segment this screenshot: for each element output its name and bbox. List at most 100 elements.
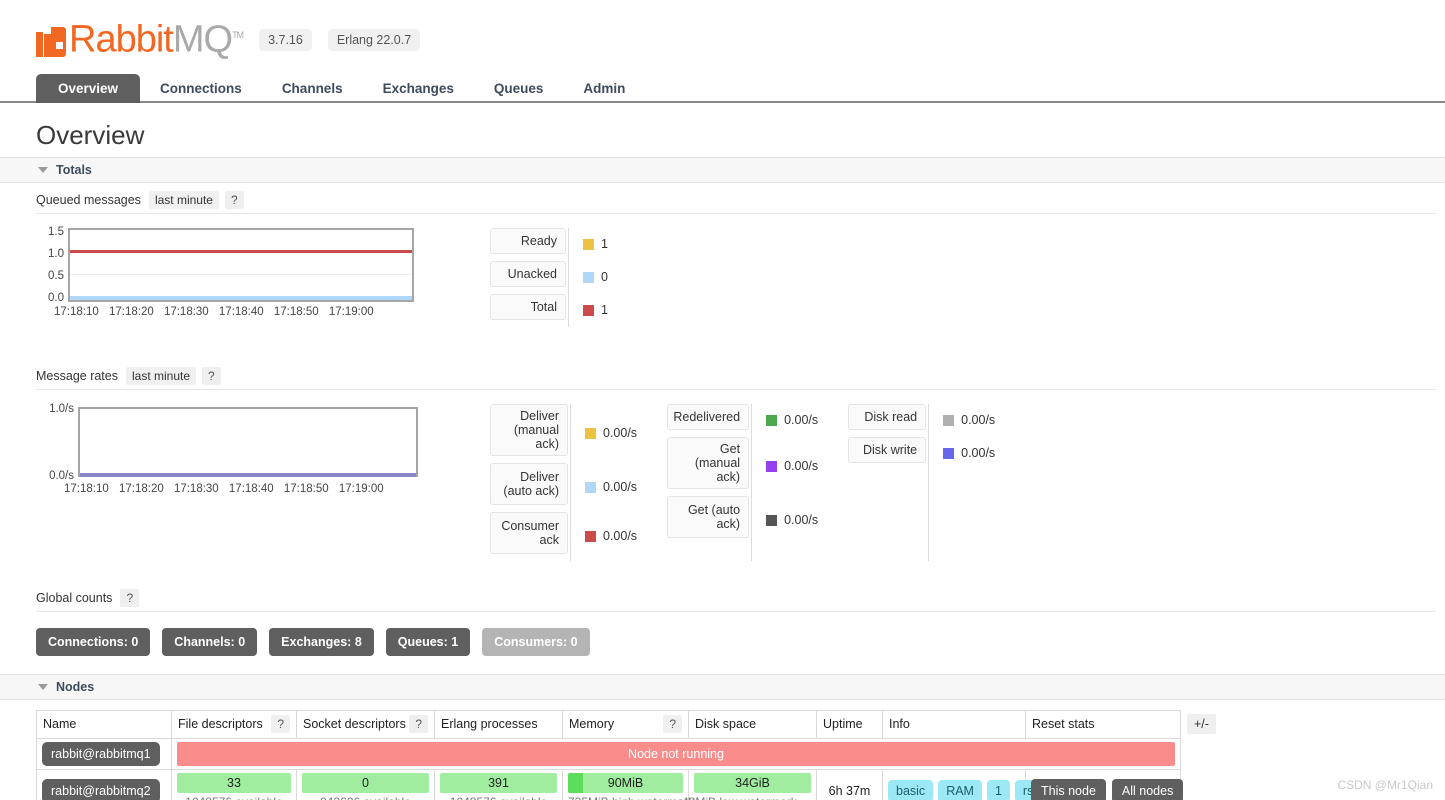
memory-help-icon[interactable]: ? bbox=[663, 715, 682, 734]
socket-descriptors-help-icon[interactable]: ? bbox=[409, 715, 428, 734]
count-value: 0 bbox=[570, 634, 578, 649]
legend-button-redelivered[interactable]: Redelivered bbox=[667, 403, 750, 430]
tab-queues[interactable]: Queues bbox=[474, 74, 564, 103]
column-header-info[interactable]: Info bbox=[882, 709, 1026, 739]
count-value: 0 bbox=[131, 634, 139, 649]
app-header: RabbitMQTM 3.7.16 Erlang 22.0.7 bbox=[0, 0, 1445, 59]
disk-space-cell: 34GiB 48MiB low watermark bbox=[682, 768, 817, 800]
info-badge-basic[interactable]: basic bbox=[888, 779, 934, 800]
tab-exchanges[interactable]: Exchanges bbox=[363, 74, 474, 103]
column-header-disk-space[interactable]: Disk space bbox=[688, 709, 817, 739]
row-spacer-cell bbox=[1181, 738, 1231, 769]
column-header-uptime[interactable]: Uptime bbox=[816, 709, 883, 739]
global-counts-help-icon[interactable]: ? bbox=[120, 588, 140, 607]
tab-connections[interactable]: Connections bbox=[140, 74, 262, 103]
file-descriptors-bar: 33 bbox=[177, 772, 291, 793]
series-line-total bbox=[70, 249, 412, 253]
uptime-cell: 6h 37m bbox=[816, 768, 883, 800]
tab-overview[interactable]: Overview bbox=[36, 73, 141, 103]
column-label: Socket descriptors bbox=[303, 717, 406, 732]
legend-value-unacked: 0 bbox=[583, 261, 608, 294]
legend-button-get-auto-ack[interactable]: Get (auto ack) bbox=[667, 495, 750, 538]
count-value: 8 bbox=[354, 634, 362, 649]
legend-value-consumer-ack: 0.00/s bbox=[585, 512, 637, 561]
legend-button-deliver-auto-ack[interactable]: Deliver (auto ack) bbox=[490, 462, 568, 505]
erlang-processes-cell: 391 1048576 available bbox=[434, 768, 563, 800]
y-tick: 0.0 bbox=[48, 291, 64, 304]
legend-button-disk-write[interactable]: Disk write bbox=[848, 436, 927, 463]
socket-descriptors-cell: 0 943626 available bbox=[296, 768, 435, 800]
node-name-cell: rabbit@rabbitmq2 bbox=[36, 768, 172, 800]
count-badge-consumers[interactable]: Consumers: 0 bbox=[482, 627, 590, 656]
file-descriptors-value: 33 bbox=[227, 775, 241, 790]
message-rates-help-icon[interactable]: ? bbox=[202, 366, 221, 385]
nodes-table-wrapper: Name File descriptors ? Socket descripto… bbox=[36, 709, 1231, 800]
count-badge-connections[interactable]: Connections: 0 bbox=[36, 627, 151, 656]
x-tick: 17:18:20 bbox=[118, 482, 164, 495]
section-totals[interactable]: Totals bbox=[0, 156, 1445, 183]
tab-channels[interactable]: Channels bbox=[262, 74, 363, 103]
erlang-processes-sub: 1048576 available bbox=[440, 795, 557, 800]
legend-button-consumer-ack[interactable]: Consumer ack bbox=[490, 511, 568, 554]
legend-button-ready[interactable]: Ready bbox=[490, 227, 566, 254]
x-tick: 17:18:40 bbox=[228, 482, 274, 495]
count-label: Exchanges: bbox=[281, 634, 352, 649]
node-status-banner: Node not running bbox=[177, 741, 1175, 766]
column-header-name[interactable]: Name bbox=[36, 709, 172, 739]
collapse-triangle-down-icon bbox=[38, 166, 48, 173]
message-rates-legend-col3: Disk read Disk write 0.00/s 0.00/s bbox=[848, 403, 995, 561]
file-descriptors-help-icon[interactable]: ? bbox=[271, 715, 290, 734]
column-header-memory[interactable]: Memory ? bbox=[562, 709, 689, 739]
legend-value-deliver-auto-ack: 0.00/s bbox=[585, 463, 637, 512]
column-header-socket-descriptors[interactable]: Socket descriptors ? bbox=[296, 709, 435, 739]
table-row: rabbit@rabbitmq2 33 1048576 available 0 … bbox=[36, 768, 1231, 800]
queued-messages-help-icon[interactable]: ? bbox=[224, 190, 244, 209]
disk-space-bar: 34GiB bbox=[694, 772, 811, 793]
section-nodes-label: Nodes bbox=[56, 679, 95, 694]
legend-button-total[interactable]: Total bbox=[490, 293, 566, 320]
queued-messages-period[interactable]: last minute bbox=[148, 190, 219, 209]
legend-button-deliver-manual-ack[interactable]: Deliver (manual ack) bbox=[490, 403, 568, 456]
x-tick: 17:19:00 bbox=[328, 305, 374, 318]
reset-stats-cell: This node All nodes bbox=[1025, 768, 1184, 800]
count-label: Consumers: bbox=[494, 634, 568, 649]
message-rates-period[interactable]: last minute bbox=[125, 366, 197, 385]
queued-messages-heading: Queued messages last minute ? bbox=[36, 183, 1436, 214]
y-tick: 0.5 bbox=[48, 269, 64, 282]
legend-swatch-icon bbox=[766, 414, 778, 426]
node-name-badge[interactable]: rabbit@rabbitmq1 bbox=[42, 741, 160, 766]
info-badge-ram[interactable]: RAM bbox=[938, 779, 982, 800]
count-badge-queues[interactable]: Queues: 1 bbox=[385, 627, 471, 656]
rabbitmq-logo[interactable]: RabbitMQTM bbox=[36, 18, 244, 59]
queued-messages-chart: 1.5 1.0 0.5 0.0 17:18:10 17:18:20 17:18:… bbox=[36, 226, 448, 318]
legend-value-text: 0.00/s bbox=[961, 413, 996, 428]
reset-all-nodes-button[interactable]: All nodes bbox=[1111, 778, 1184, 800]
count-badge-channels[interactable]: Channels: 0 bbox=[162, 627, 258, 656]
disk-space-sub: 48MiB low watermark bbox=[682, 795, 797, 800]
rabbitmq-logo-icon bbox=[36, 26, 66, 57]
series-line-rates-baseline bbox=[80, 472, 416, 477]
legend-swatch-icon bbox=[943, 447, 955, 459]
legend-value-disk-read: 0.00/s bbox=[943, 404, 995, 437]
legend-swatch-icon bbox=[583, 304, 594, 316]
tab-admin[interactable]: Admin bbox=[563, 74, 645, 103]
legend-swatch-icon bbox=[943, 414, 955, 426]
legend-button-get-manual-ack[interactable]: Get (manual ack) bbox=[667, 436, 750, 489]
section-nodes[interactable]: Nodes bbox=[0, 673, 1445, 700]
column-header-erlang-processes[interactable]: Erlang processes bbox=[434, 709, 563, 739]
x-tick: 17:18:10 bbox=[64, 482, 109, 495]
count-badge-exchanges[interactable]: Exchanges: 8 bbox=[269, 627, 374, 656]
column-header-reset-stats[interactable]: Reset stats bbox=[1025, 709, 1181, 739]
toggle-columns-button[interactable]: +/- bbox=[1187, 714, 1216, 735]
erlang-version-badge: Erlang 22.0.7 bbox=[327, 29, 421, 52]
info-badge-count[interactable]: 1 bbox=[986, 779, 1010, 800]
legend-button-disk-read[interactable]: Disk read bbox=[848, 403, 927, 430]
queued-chart-x-axis: 17:18:10 17:18:20 17:18:30 17:18:40 17:1… bbox=[54, 306, 374, 318]
legend-button-unacked[interactable]: Unacked bbox=[490, 260, 566, 287]
y-tick: 0.0/s bbox=[49, 469, 74, 482]
column-header-file-descriptors[interactable]: File descriptors ? bbox=[171, 709, 297, 739]
reset-this-node-button[interactable]: This node bbox=[1031, 778, 1106, 800]
file-descriptors-cell: 33 1048576 available bbox=[171, 768, 297, 800]
node-name-badge[interactable]: rabbit@rabbitmq2 bbox=[42, 778, 160, 800]
memory-cell: 90MiB 735MiB high watermark bbox=[562, 768, 694, 800]
